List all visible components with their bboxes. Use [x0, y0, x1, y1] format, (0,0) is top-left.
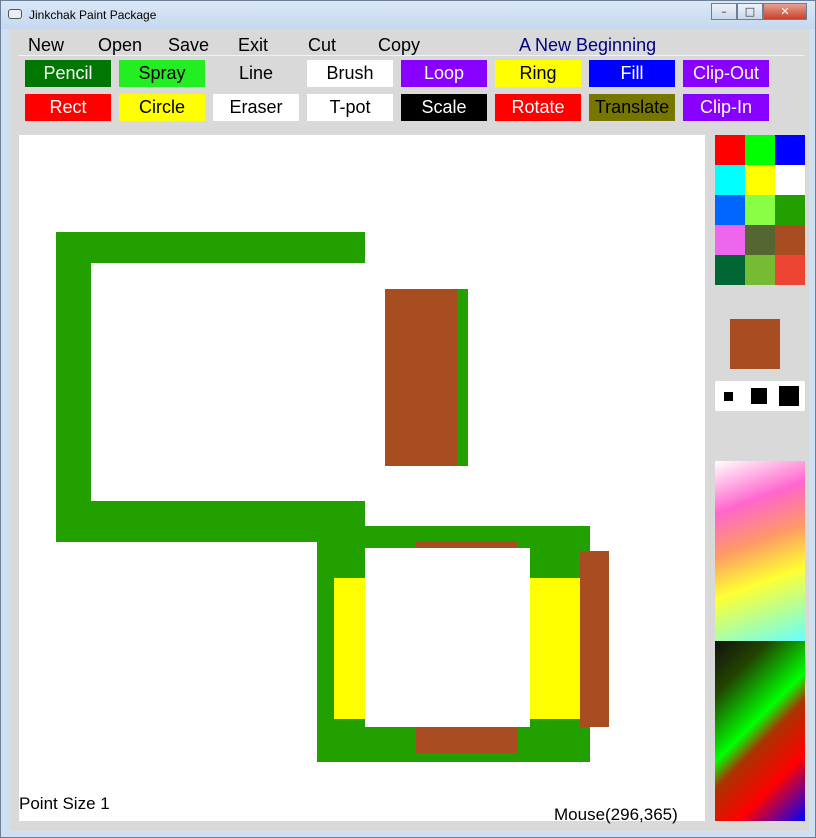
current-color-swatch — [730, 319, 780, 369]
point-size-selector — [715, 381, 805, 411]
palette-swatch[interactable] — [775, 135, 805, 165]
menu-open[interactable]: Open — [98, 35, 142, 56]
tool-translate-button[interactable]: Translate — [589, 94, 675, 121]
palette-swatch[interactable] — [715, 195, 745, 225]
tool-t-pot-button[interactable]: T-pot — [307, 94, 393, 121]
tool-clip-in-button[interactable]: Clip-In — [683, 94, 769, 121]
palette-swatch[interactable] — [775, 195, 805, 225]
tool-pencil-button[interactable]: Pencil — [25, 60, 111, 87]
mouse-position-label: Mouse(296,365) — [554, 805, 678, 824]
client-area: New Open Save Exit Cut Copy A New Beginn… — [9, 29, 809, 831]
tool-loop-button[interactable]: Loop — [401, 60, 487, 87]
palette-swatch[interactable] — [715, 135, 745, 165]
maximize-button[interactable]: □ — [737, 3, 763, 20]
palette-swatch[interactable] — [715, 165, 745, 195]
tool-line-button[interactable]: Line — [213, 60, 299, 87]
tool-eraser-button[interactable]: Eraser — [213, 94, 299, 121]
app-window: Jinkchak Paint Package – □ ✕ New Open Sa… — [0, 0, 816, 838]
tool-brush-button[interactable]: Brush — [307, 60, 393, 87]
palette-swatch[interactable] — [745, 225, 775, 255]
green-edge — [456, 289, 468, 466]
palette-swatch[interactable] — [745, 255, 775, 285]
palette-swatch[interactable] — [745, 195, 775, 225]
menu-copy[interactable]: Copy — [378, 35, 420, 56]
brown-rect — [385, 289, 457, 466]
palette-swatch[interactable] — [775, 255, 805, 285]
tool-clip-out-button[interactable]: Clip-Out — [683, 60, 769, 87]
menu-cut[interactable]: Cut — [308, 35, 336, 56]
palette-swatch[interactable] — [745, 165, 775, 195]
tool-scale-button[interactable]: Scale — [401, 94, 487, 121]
palette-swatch[interactable] — [745, 135, 775, 165]
menu-bar: New Open Save Exit Cut Copy A New Beginn… — [18, 31, 804, 56]
palette-swatch[interactable] — [715, 255, 745, 285]
menu-save[interactable]: Save — [168, 35, 209, 56]
title-bar[interactable]: Jinkchak Paint Package – □ ✕ — [1, 1, 815, 29]
close-button[interactable]: ✕ — [763, 3, 807, 20]
tool-rotate-button[interactable]: Rotate — [495, 94, 581, 121]
mode-title: A New Beginning — [519, 35, 657, 55]
color-gradient-picker-light[interactable] — [715, 461, 805, 641]
green-rect-top — [56, 232, 365, 263]
minimize-button[interactable]: – — [711, 3, 737, 20]
tool-circle-button[interactable]: Circle — [119, 94, 205, 121]
window-title: Jinkchak Paint Package — [29, 8, 157, 22]
menu-new[interactable]: New — [28, 35, 64, 56]
brown-side-bar — [580, 551, 609, 727]
tool-fill-button[interactable]: Fill — [589, 60, 675, 87]
palette-swatch[interactable] — [715, 225, 745, 255]
menu-exit[interactable]: Exit — [238, 35, 268, 56]
green-rect-left — [56, 232, 91, 542]
tool-spray-button[interactable]: Spray — [119, 60, 205, 87]
point-size-medium[interactable] — [751, 388, 767, 404]
palette-swatch[interactable] — [775, 165, 805, 195]
app-icon — [8, 9, 22, 19]
point-size-small[interactable] — [724, 392, 733, 401]
point-size-label: Point Size 1 — [19, 794, 110, 813]
point-size-large[interactable] — [779, 386, 799, 406]
color-gradient-picker-dark[interactable] — [715, 641, 805, 821]
tool-ring-button[interactable]: Ring — [495, 60, 581, 87]
palette-swatch[interactable] — [775, 225, 805, 255]
drawing-canvas[interactable] — [19, 135, 705, 821]
white-inner — [365, 548, 530, 727]
tool-rect-button[interactable]: Rect — [25, 94, 111, 121]
